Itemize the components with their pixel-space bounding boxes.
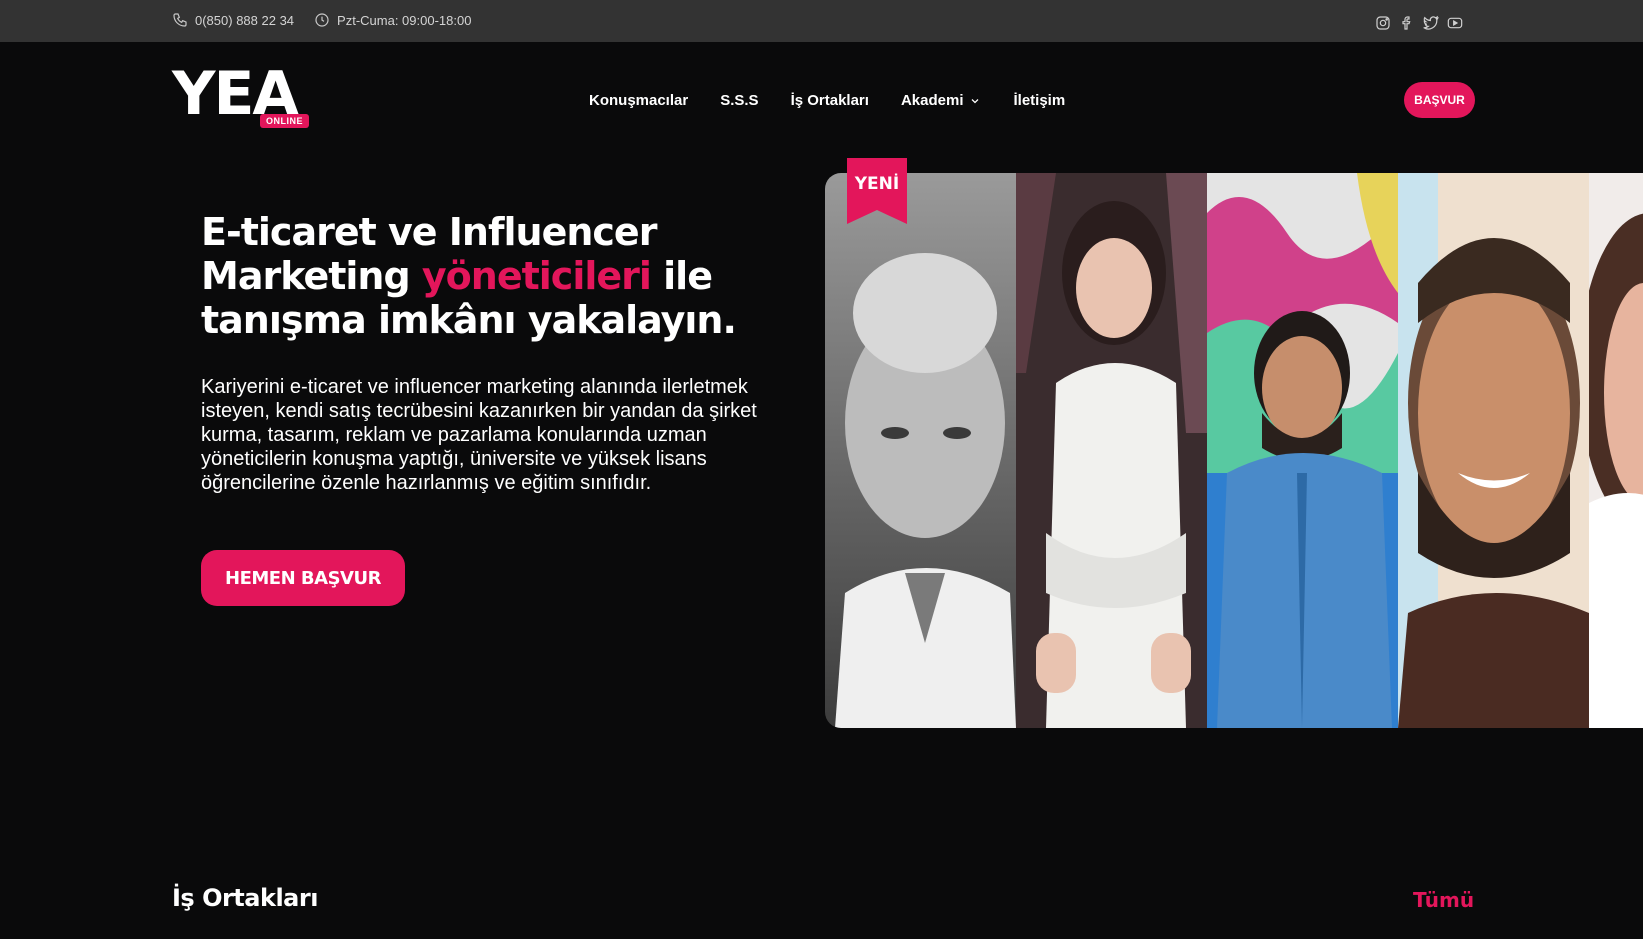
main-nav: Konuşmacılar S.S.S İş Ortakları Akademi … xyxy=(589,92,1097,109)
twitter-icon[interactable] xyxy=(1422,14,1440,32)
partners-section-title: İş Ortakları xyxy=(172,884,318,912)
phone-number: 0(850) 888 22 34 xyxy=(195,12,295,28)
youtube-icon[interactable] xyxy=(1446,14,1464,32)
speaker-gallery xyxy=(825,173,1643,728)
nav-partners[interactable]: İş Ortakları xyxy=(791,92,869,109)
nav-academy[interactable]: Akademi xyxy=(901,92,982,109)
nav-faq[interactable]: S.S.S xyxy=(720,92,758,109)
hero-title: E-ticaret ve Influencer Marketing yöneti… xyxy=(201,210,737,342)
clock-icon xyxy=(315,13,329,27)
speaker-photo[interactable] xyxy=(1589,173,1643,728)
phone-info[interactable]: 0(850) 888 22 34 xyxy=(172,12,294,28)
chevron-down-icon xyxy=(972,98,979,103)
instagram-icon[interactable] xyxy=(1374,14,1392,32)
hero-description: Kariyerini e-ticaret ve influencer marke… xyxy=(201,376,757,494)
contact-info: 0(850) 888 22 34 Pzt-Cuma: 09:00-18:00 xyxy=(172,12,491,28)
new-badge-label: YENİ xyxy=(854,174,900,194)
speaker-photo[interactable] xyxy=(1016,173,1207,728)
working-hours: Pzt-Cuma: 09:00-18:00 xyxy=(337,12,472,28)
phone-icon xyxy=(173,13,187,27)
logo-badge: ONLINE xyxy=(260,114,310,128)
apply-button[interactable]: BAŞVUR xyxy=(1404,82,1475,118)
speaker-photo[interactable] xyxy=(1398,173,1589,728)
hero-title-accent: yöneticileri xyxy=(421,254,652,298)
social-links xyxy=(1374,14,1470,32)
nav-contact[interactable]: İletişim xyxy=(1013,92,1065,109)
site-header: YEA ONLINE Konuşmacılar S.S.S İş Ortakla… xyxy=(0,42,1643,158)
top-bar: 0(850) 888 22 34 Pzt-Cuma: 09:00-18:00 xyxy=(0,0,1643,42)
facebook-icon[interactable] xyxy=(1398,14,1416,32)
nav-speakers[interactable]: Konuşmacılar xyxy=(589,92,688,109)
new-badge: YENİ xyxy=(847,158,907,224)
speaker-photo[interactable] xyxy=(825,173,1016,728)
yea-logo[interactable]: YEA ONLINE xyxy=(172,64,312,136)
hours-info: Pzt-Cuma: 09:00-18:00 xyxy=(314,12,471,28)
apply-now-button[interactable]: HEMEN BAŞVUR xyxy=(201,550,405,606)
speaker-photo[interactable] xyxy=(1207,173,1398,728)
view-all-link[interactable]: Tümü xyxy=(1413,888,1474,912)
